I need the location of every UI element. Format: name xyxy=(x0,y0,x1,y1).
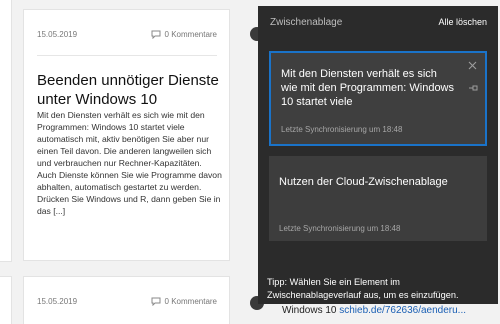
footer-prefix: Windows 10 xyxy=(282,305,337,316)
speech-bubble-icon xyxy=(151,30,161,39)
post-excerpt: Mit den Diensten verhält es sich wie mit… xyxy=(37,110,222,216)
clipboard-item[interactable]: Mit den Diensten verhält es sich wie mit… xyxy=(269,51,487,146)
blog-post-card-bottom: 15.05.2019 0 Kommentare xyxy=(23,276,230,324)
clear-all-button[interactable]: Alle löschen xyxy=(438,17,487,27)
pin-icon[interactable] xyxy=(468,84,478,92)
clipboard-item-text: Mit den Diensten verhält es sich wie mit… xyxy=(281,68,455,108)
footer-link[interactable]: schieb.de/762636/aenderu... xyxy=(339,305,466,316)
clipboard-item[interactable]: Nutzen der Cloud-Zwischenablage Letzte S… xyxy=(269,156,487,241)
post-meta-bottom: 15.05.2019 0 Kommentare xyxy=(37,297,217,306)
close-icon[interactable] xyxy=(468,61,477,70)
clipboard-header: Zwischenablage Alle löschen xyxy=(258,6,498,38)
clipboard-tip: Tipp: Wählen Sie ein Element im Zwischen… xyxy=(267,277,459,300)
comments-link-bottom[interactable]: 0 Kommentare xyxy=(151,297,217,306)
post-title[interactable]: Beenden unnötiger Dienste unter Windows … xyxy=(37,71,222,109)
post-meta: 15.05.2019 0 Kommentare xyxy=(37,30,217,39)
post-date: 15.05.2019 xyxy=(37,30,78,39)
comments-link[interactable]: 0 Kommentare xyxy=(151,30,217,39)
post-date-bottom: 15.05.2019 xyxy=(37,297,78,306)
comments-count-bottom: 0 Kommentare xyxy=(164,297,217,306)
left-card-partial xyxy=(0,0,12,262)
clipboard-item-sync: Letzte Synchronisierung um 18:48 xyxy=(281,125,403,134)
clipboard-title: Zwischenablage xyxy=(270,16,343,28)
meta-divider xyxy=(37,55,217,56)
left-card-partial-bottom xyxy=(0,276,12,324)
comments-count: 0 Kommentare xyxy=(164,30,217,39)
speech-bubble-icon xyxy=(151,297,161,306)
clipboard-panel: Zwischenablage Alle löschen Mit den Dien… xyxy=(258,6,498,304)
clipboard-item-text: Nutzen der Cloud-Zwischenablage xyxy=(279,176,448,188)
clipboard-item-sync: Letzte Synchronisierung um 18:48 xyxy=(279,224,401,233)
footer-text: Windows 10 schieb.de/762636/aenderu... xyxy=(282,305,466,316)
blog-post-card: 15.05.2019 0 Kommentare Beenden unnötige… xyxy=(23,9,230,261)
